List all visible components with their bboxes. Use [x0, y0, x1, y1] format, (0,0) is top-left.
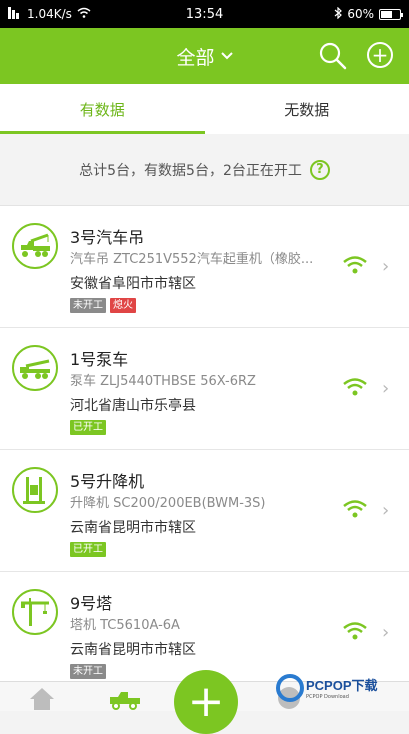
- tab-has-data[interactable]: 有数据: [0, 84, 205, 134]
- list-item[interactable]: 5号升降机 升降机 SC200/200EB(BWM-3S) 云南省昆明市市辖区 …: [0, 450, 409, 572]
- battery-icon: [379, 9, 401, 20]
- tab-no-data[interactable]: 无数据: [205, 84, 409, 134]
- signal-wifi-icon: [343, 622, 367, 640]
- home-icon[interactable]: [28, 686, 56, 714]
- watermark-logo-icon: [276, 674, 304, 702]
- chevron-right-icon: ›: [382, 500, 389, 521]
- chevron-down-icon: [221, 49, 233, 64]
- equipment-model: 汽车吊 ZTC251V552汽车起重机（橡胶...: [70, 248, 335, 267]
- tab-bar: 有数据 无数据: [0, 84, 409, 134]
- equipment-location: 云南省昆明市市辖区: [70, 517, 196, 537]
- equipment-model: 泵车 ZLJ5440THBSE 56X-6RZ: [70, 370, 335, 389]
- chevron-right-icon: ›: [382, 378, 389, 399]
- equipment-name: 1号泵车: [70, 346, 128, 370]
- equipment-name: 3号汽车吊: [70, 224, 144, 248]
- search-icon: [319, 55, 347, 74]
- summary-text: 总计5台，有数据5台，2台正在开工: [79, 160, 302, 180]
- equipment-location: 安徽省阜阳市市辖区: [70, 273, 196, 293]
- signal-icon: [8, 7, 22, 22]
- equipment-model: 塔机 TC5610A-6A: [70, 614, 335, 633]
- watermark-text: PCPOP下载: [306, 675, 378, 694]
- equipment-name: 9号塔: [70, 590, 112, 614]
- status-badge: 已开工: [70, 542, 106, 557]
- tab-label: 无数据: [284, 99, 329, 120]
- signal-wifi-icon: [343, 500, 367, 518]
- equipment-name: 5号升降机: [70, 468, 144, 492]
- list-item[interactable]: 1号泵车 泵车 ZLJ5440THBSE 56X-6RZ 河北省唐山市乐亭县 已…: [0, 328, 409, 450]
- status-bar: 1.04K/s 13:54 60%: [0, 0, 409, 28]
- tower-crane-icon: [12, 589, 58, 635]
- add-button[interactable]: +: [367, 42, 393, 68]
- chevron-right-icon: ›: [382, 622, 389, 643]
- filter-dropdown[interactable]: 全部: [0, 28, 409, 84]
- bluetooth-icon: [334, 7, 342, 22]
- signal-wifi-icon: [343, 378, 367, 396]
- equipment-list: 3号汽车吊 汽车吊 ZTC251V552汽车起重机（橡胶... 安徽省阜阳市市辖…: [0, 206, 409, 694]
- watermark: PCPOP下载 PCPOP Download: [276, 664, 409, 711]
- status-badge: 未开工: [70, 298, 106, 313]
- list-item[interactable]: 3号汽车吊 汽车吊 ZTC251V552汽车起重机（橡胶... 安徽省阜阳市市辖…: [0, 206, 409, 328]
- plus-icon: +: [372, 45, 389, 65]
- crane-truck-icon: [12, 223, 58, 269]
- page-title: 全部: [176, 43, 214, 70]
- chevron-right-icon: ›: [382, 256, 389, 277]
- help-icon[interactable]: ?: [310, 160, 330, 180]
- add-fab-button[interactable]: +: [174, 670, 238, 734]
- pump-truck-icon: [12, 345, 58, 391]
- status-time: 13:54: [158, 7, 251, 22]
- wifi-status-icon: [77, 7, 91, 21]
- truck-nav-icon[interactable]: [108, 686, 142, 714]
- equipment-model: 升降机 SC200/200EB(BWM-3S): [70, 492, 335, 511]
- equipment-location: 河北省唐山市乐亭县: [70, 395, 196, 415]
- equipment-location: 云南省昆明市市辖区: [70, 639, 196, 659]
- signal-wifi-icon: [343, 256, 367, 274]
- elevator-icon: [12, 467, 58, 513]
- network-speed: 1.04K/s: [27, 7, 72, 21]
- watermark-subtext: PCPOP Download: [306, 694, 378, 700]
- summary-bar: 总计5台，有数据5台，2台正在开工 ?: [0, 134, 409, 206]
- app-header: 全部 +: [0, 28, 409, 84]
- status-badge: 已开工: [70, 420, 106, 435]
- engine-status-badge: 熄火: [110, 298, 136, 313]
- tab-label: 有数据: [80, 99, 125, 120]
- search-button[interactable]: [319, 42, 347, 70]
- battery-text: 60%: [347, 7, 374, 21]
- status-badge: 未开工: [70, 664, 106, 679]
